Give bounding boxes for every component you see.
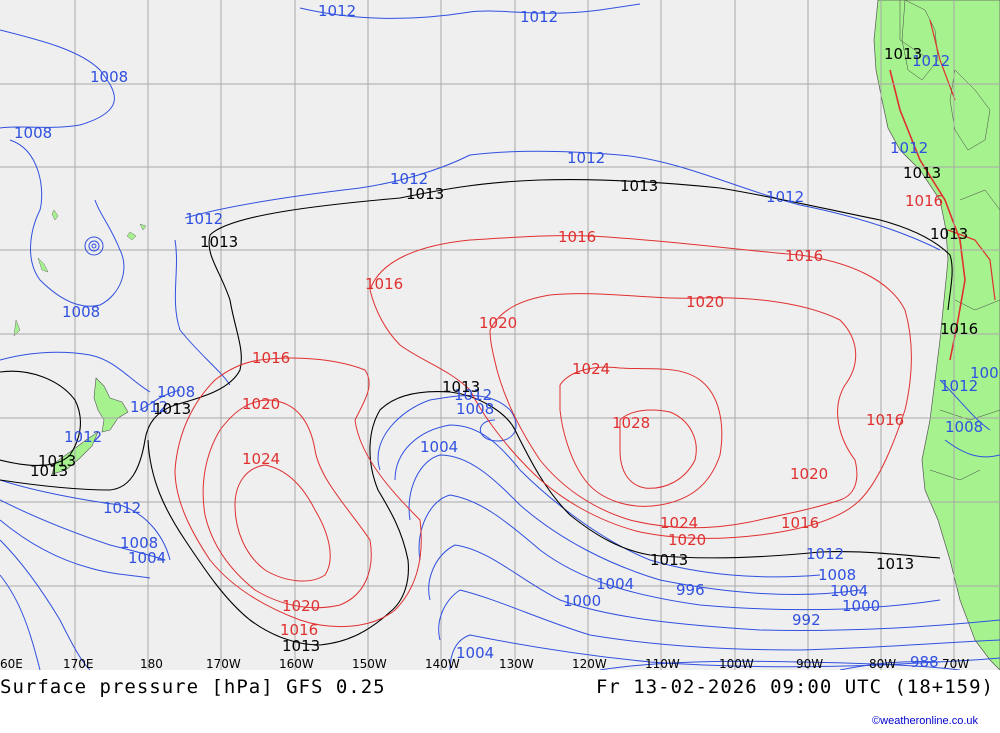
isobar-label: 1016 xyxy=(365,275,403,293)
isobar-label: 1013 xyxy=(930,225,968,243)
isobar-label: 1004 xyxy=(456,644,494,662)
isobar-label: 1016 xyxy=(558,228,596,246)
isobar-label: 1020 xyxy=(242,395,280,413)
lon-tick: 140W xyxy=(425,657,460,670)
isobar-label: 1012 xyxy=(318,2,356,20)
isobar-label: 1016 xyxy=(905,192,943,210)
isobar-label: 1004 xyxy=(128,549,166,567)
isobar-label: 996 xyxy=(676,581,705,599)
lon-tick: 170E xyxy=(63,657,94,670)
isobar-label: 1013 xyxy=(406,185,444,203)
isobar-label: 1013 xyxy=(153,400,191,418)
isobar-label: 1012 xyxy=(185,210,223,228)
isobar-label: 1016 xyxy=(940,320,978,338)
isobar-label: 1012 xyxy=(103,499,141,517)
isobar-label: 1012 xyxy=(890,139,928,157)
isobar-label: 1012 xyxy=(766,188,804,206)
isobar-label: 1024 xyxy=(242,450,280,468)
isobar-label: 1013 xyxy=(903,164,941,182)
isobar-label: 1016 xyxy=(866,411,904,429)
lon-tick: 80W xyxy=(869,657,896,670)
isobar-label: 1013 xyxy=(282,637,320,655)
isobar-label: 1020 xyxy=(686,293,724,311)
isobar-label: 1013 xyxy=(200,233,238,251)
forecast-datetime: Fr 13-02-2026 09:00 UTC (18+159) xyxy=(595,676,994,698)
isobar-label: 1016 xyxy=(280,621,318,639)
isobar-label: 1008 xyxy=(456,400,494,418)
isobar-label: 1013 xyxy=(876,555,914,573)
lon-tick: 70W xyxy=(942,657,969,670)
lon-tick: 150W xyxy=(352,657,387,670)
isobar-label: 1013 xyxy=(620,177,658,195)
pressure-map: 1012 1012 1008 1008 1012 1012 1012 1012 … xyxy=(0,0,1000,670)
isobar-label: 1012 xyxy=(806,545,844,563)
isobar-label: 1000 xyxy=(842,597,880,615)
isobar-label: 1012 xyxy=(567,149,605,167)
isobar-label: 1020 xyxy=(479,314,517,332)
isobar-label: 1008 xyxy=(14,124,52,142)
isobar-label: 1008 xyxy=(818,566,856,584)
isobar-label: 1004 xyxy=(420,438,458,456)
isobar-label: 992 xyxy=(792,611,821,629)
map-title: Surface pressure [hPa] GFS 0.25 xyxy=(0,676,386,698)
isobar-label: 1008 xyxy=(62,303,100,321)
lon-tick: 90W xyxy=(796,657,823,670)
isobar-label: 1020 xyxy=(282,597,320,615)
lon-tick: 120W xyxy=(572,657,607,670)
isobar-label: 1012 xyxy=(64,428,102,446)
lon-tick: 180 xyxy=(140,657,163,670)
pressure-map-panel: 1012 1012 1008 1008 1012 1012 1012 1012 … xyxy=(0,0,1000,733)
isobar-label: 1008 xyxy=(970,364,1000,382)
isobar-label: 1008 xyxy=(90,68,128,86)
isobar-label: 1013 xyxy=(884,45,922,63)
isobar-label: 1000 xyxy=(563,592,601,610)
lon-tick: 170W xyxy=(206,657,241,670)
lon-tick: 130W xyxy=(499,657,534,670)
lon-tick: 60E xyxy=(0,657,23,670)
isobar-label: 1012 xyxy=(520,8,558,26)
credit-link[interactable]: ©weatheronline.co.uk xyxy=(872,715,978,727)
isobar-label: 1013 xyxy=(650,551,688,569)
isobar-label: 1016 xyxy=(785,247,823,265)
isobar-label: 1020 xyxy=(668,531,706,549)
isobar-label: 988 xyxy=(910,653,939,670)
isobar-label: 1028 xyxy=(612,414,650,432)
isobar-label: 1020 xyxy=(790,465,828,483)
isobar-label: 1013 xyxy=(30,462,68,480)
isobar-label: 1024 xyxy=(572,360,610,378)
isobar-label: 1008 xyxy=(945,418,983,436)
lon-tick: 100W xyxy=(719,657,754,670)
isobar-label: 1024 xyxy=(660,514,698,532)
isobar-label: 1016 xyxy=(252,349,290,367)
lon-tick: 160W xyxy=(279,657,314,670)
isobar-label: 1016 xyxy=(781,514,819,532)
isobar-label: 1004 xyxy=(596,575,634,593)
isobar-label: 1013 xyxy=(442,378,480,396)
lon-tick: 110W xyxy=(645,657,680,670)
